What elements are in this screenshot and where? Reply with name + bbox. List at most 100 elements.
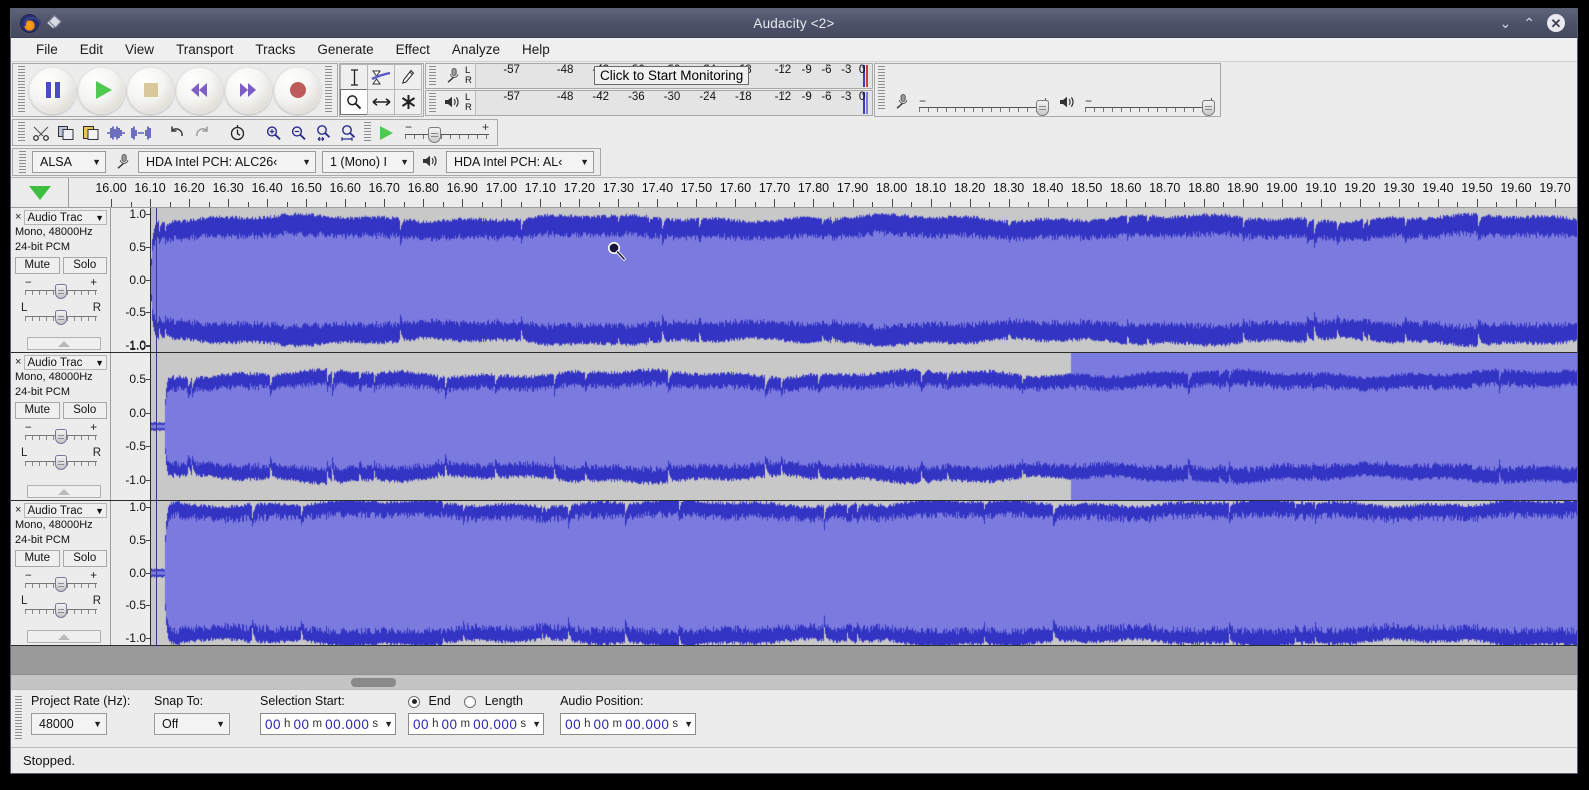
track-name-dropdown[interactable]: Audio Trac▼ — [24, 503, 107, 518]
chevron-down-icon[interactable]: ▼ — [532, 719, 541, 729]
end-radio[interactable] — [408, 696, 420, 708]
edit-toolbar-grip[interactable] — [17, 122, 26, 143]
audio-track[interactable]: ×Audio Trac▼Mono, 48000Hz24-bit PCMMuteS… — [11, 353, 1577, 501]
playback-device-combo[interactable]: HDA Intel PCH: AL‹ ▼ — [446, 151, 594, 173]
playback-meter-toolbar[interactable]: LR -57-48-42-36-30-24-18-12-9-6-30 — [425, 90, 873, 116]
speed-thumb[interactable] — [428, 127, 441, 143]
play-button[interactable] — [78, 67, 125, 114]
recording-meter-grip[interactable] — [428, 66, 437, 86]
timeline-ruler[interactable]: 16.0016.1016.2016.3016.4016.5016.6016.70… — [69, 178, 1577, 207]
audio-host-combo[interactable]: ALSA ▼ — [32, 151, 106, 173]
mixer-toolbar-grip[interactable] — [877, 66, 886, 110]
selection-end-time[interactable]: 00h00m00.000s▼ — [408, 713, 544, 735]
horizontal-scrollbar[interactable] — [11, 674, 1577, 689]
horizontal-scrollbar-thumb[interactable] — [351, 678, 396, 687]
playback-volume-slider[interactable]: − + — [1085, 98, 1215, 112]
track-pan-slider[interactable]: LR — [15, 449, 107, 471]
project-rate-combo[interactable]: 48000 ▼ — [31, 713, 107, 735]
menu-effect[interactable]: Effect — [385, 40, 441, 59]
playback-speed-slider[interactable]: − + — [405, 125, 489, 140]
track-close-button[interactable]: × — [15, 505, 21, 516]
copy-button[interactable] — [53, 121, 78, 144]
silence-audio-button[interactable] — [128, 121, 153, 144]
device-toolbar-grip[interactable] — [18, 151, 27, 173]
track-waveform[interactable] — [151, 208, 1577, 352]
transport-toolbar-grip-right[interactable] — [324, 66, 333, 114]
audio-track[interactable]: ×Audio Trac▼Mono, 48000Hz24-bit PCMMuteS… — [11, 208, 1577, 353]
menu-file[interactable]: File — [25, 40, 69, 59]
track-mute-button[interactable]: Mute — [15, 550, 60, 567]
zoom-out-button[interactable] — [286, 121, 311, 144]
audio-track[interactable]: ×Audio Trac▼Mono, 48000Hz24-bit PCMMuteS… — [11, 501, 1577, 646]
track-mute-button[interactable]: Mute — [15, 257, 60, 274]
envelope-tool[interactable] — [367, 64, 395, 90]
trim-audio-button[interactable] — [103, 121, 128, 144]
chevron-down-icon[interactable]: ▼ — [384, 719, 393, 729]
track-gain-slider[interactable]: −+ — [15, 571, 107, 593]
gain-slider-thumb[interactable] — [55, 284, 67, 299]
track-gain-slider[interactable]: −+ — [15, 423, 107, 445]
track-pan-slider[interactable]: LR — [15, 304, 107, 326]
recording-volume-slider[interactable]: − + — [919, 98, 1049, 112]
paste-button[interactable] — [78, 121, 103, 144]
pause-button[interactable] — [29, 67, 76, 114]
gain-slider-thumb[interactable] — [55, 429, 67, 444]
pan-slider-thumb[interactable] — [55, 603, 67, 618]
menu-view[interactable]: View — [114, 40, 165, 59]
edit-toolbar-grip-right[interactable] — [363, 122, 372, 143]
length-radio[interactable] — [464, 696, 476, 708]
pan-slider-thumb[interactable] — [55, 310, 67, 325]
zoom-tool[interactable] — [340, 89, 368, 115]
multi-tool[interactable] — [394, 89, 422, 115]
menu-analyze[interactable]: Analyze — [441, 40, 511, 59]
track-panel-area[interactable]: ×Audio Trac▼Mono, 48000Hz24-bit PCMMuteS… — [11, 208, 1577, 674]
track-control-panel[interactable]: ×Audio Trac▼Mono, 48000Hz24-bit PCMMuteS… — [11, 208, 111, 352]
menu-edit[interactable]: Edit — [69, 40, 114, 59]
track-name-dropdown[interactable]: Audio Trac▼ — [24, 210, 107, 225]
transport-toolbar-grip[interactable] — [17, 66, 26, 114]
cut-button[interactable] — [28, 121, 53, 144]
track-control-panel[interactable]: ×Audio Trac▼Mono, 48000Hz24-bit PCMMuteS… — [11, 501, 111, 645]
audio-position-time[interactable]: 00h00m00.000s▼ — [560, 713, 696, 735]
sync-lock-button[interactable] — [225, 121, 250, 144]
menu-tracks[interactable]: Tracks — [244, 40, 306, 59]
recording-volume-thumb[interactable] — [1036, 100, 1049, 116]
redo-button[interactable] — [189, 121, 214, 144]
track-collapse-button[interactable] — [27, 485, 101, 498]
playback-volume-thumb[interactable] — [1202, 100, 1215, 116]
minimize-button[interactable]: ⌄ — [1500, 16, 1512, 30]
close-button[interactable]: ✕ — [1547, 14, 1565, 32]
maximize-button[interactable]: ⌃ — [1523, 16, 1535, 30]
menu-transport[interactable]: Transport — [165, 40, 244, 59]
play-at-speed-button[interactable] — [374, 121, 399, 144]
recording-device-combo[interactable]: HDA Intel PCH: ALC26‹ ▼ — [138, 151, 316, 173]
pinned-play-head-button[interactable] — [11, 178, 69, 207]
fit-project-button[interactable] — [336, 121, 361, 144]
skip-to-end-button[interactable] — [225, 67, 272, 114]
track-solo-button[interactable]: Solo — [63, 550, 108, 567]
selection-toolbar-grip[interactable] — [14, 696, 23, 740]
track-pan-slider[interactable]: LR — [15, 597, 107, 619]
gain-slider-thumb[interactable] — [55, 577, 67, 592]
stop-button[interactable] — [127, 67, 174, 114]
track-waveform[interactable] — [151, 501, 1577, 645]
fit-selection-button[interactable] — [311, 121, 336, 144]
zoom-in-button[interactable] — [261, 121, 286, 144]
recording-channels-combo[interactable]: 1 (Mono) I ▼ — [322, 151, 414, 173]
track-collapse-button[interactable] — [27, 337, 101, 350]
undo-button[interactable] — [164, 121, 189, 144]
pan-slider-thumb[interactable] — [55, 455, 67, 470]
pin-icon[interactable] — [46, 16, 61, 31]
track-name-dropdown[interactable]: Audio Trac▼ — [24, 355, 107, 370]
track-waveform[interactable] — [151, 353, 1577, 500]
draw-tool[interactable] — [394, 64, 422, 90]
playback-meter-scale[interactable]: -57-48-42-36-30-24-18-12-9-6-30 — [475, 91, 872, 115]
menu-help[interactable]: Help — [511, 40, 561, 59]
track-solo-button[interactable]: Solo — [63, 402, 108, 419]
chevron-down-icon[interactable]: ▼ — [684, 719, 693, 729]
playback-meter-grip[interactable] — [428, 93, 437, 113]
track-solo-button[interactable]: Solo — [63, 257, 108, 274]
track-collapse-button[interactable] — [27, 630, 101, 643]
record-button[interactable] — [274, 67, 321, 114]
menu-generate[interactable]: Generate — [306, 40, 384, 59]
